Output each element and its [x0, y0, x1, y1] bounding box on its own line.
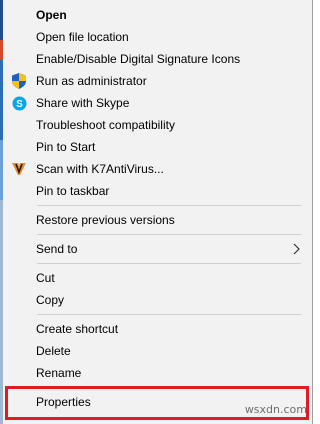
menu-item-open[interactable]: Open — [3, 4, 309, 26]
menu-item-label: Troubleshoot compatibility — [36, 118, 175, 132]
watermark-text: wsxdn.com — [244, 403, 307, 416]
menu-item-rename[interactable]: Rename — [3, 362, 309, 384]
menu-item-scan-with-k7antivirus[interactable]: Scan with K7AntiVirus... — [3, 158, 309, 180]
menu-item-label: Create shortcut — [36, 322, 119, 336]
menu-item-label: Delete — [36, 344, 71, 358]
menu-item-label: Cut — [36, 271, 55, 285]
svg-text:S: S — [16, 99, 23, 110]
menu-item-restore-previous-versions[interactable]: Restore previous versions — [3, 209, 309, 231]
menu-item-share-with-skype[interactable]: S Share with Skype — [3, 92, 309, 114]
menu-item-copy[interactable]: Copy — [3, 289, 309, 311]
menu-separator — [37, 205, 301, 206]
context-menu: Open Open file location Enable/Disable D… — [3, 0, 313, 424]
k7-antivirus-icon — [11, 161, 27, 177]
menu-item-label: Scan with K7AntiVirus... — [36, 162, 164, 176]
menu-item-label: Open file location — [36, 30, 129, 44]
uac-shield-icon — [11, 73, 27, 89]
menu-item-label: Copy — [36, 293, 65, 307]
menu-item-open-file-location[interactable]: Open file location — [3, 26, 309, 48]
menu-item-send-to[interactable]: Send to — [3, 238, 309, 260]
menu-separator — [37, 234, 301, 235]
menu-item-label: Pin to taskbar — [36, 184, 110, 198]
menu-item-label: Send to — [36, 242, 78, 256]
menu-item-label: Share with Skype — [36, 96, 130, 110]
skype-icon: S — [11, 95, 27, 111]
menu-item-label: Enable/Disable Digital Signature Icons — [36, 52, 241, 66]
menu-item-run-as-administrator[interactable]: Run as administrator — [3, 70, 309, 92]
menu-item-create-shortcut[interactable]: Create shortcut — [3, 318, 309, 340]
menu-item-pin-to-start[interactable]: Pin to Start — [3, 136, 309, 158]
menu-item-label: Pin to Start — [36, 140, 96, 154]
menu-item-digital-signature-icons[interactable]: Enable/Disable Digital Signature Icons — [3, 48, 309, 70]
menu-item-label: Rename — [36, 366, 82, 380]
menu-item-cut[interactable]: Cut — [3, 267, 309, 289]
menu-item-delete[interactable]: Delete — [3, 340, 309, 362]
menu-separator — [37, 263, 301, 264]
menu-item-label: Restore previous versions — [36, 213, 175, 227]
menu-item-pin-to-taskbar[interactable]: Pin to taskbar — [3, 180, 309, 202]
menu-item-label: Run as administrator — [36, 74, 147, 88]
menu-separator — [37, 314, 301, 315]
chevron-right-icon — [291, 242, 301, 256]
menu-item-troubleshoot-compatibility[interactable]: Troubleshoot compatibility — [3, 114, 309, 136]
menu-item-label: Open — [36, 8, 67, 22]
